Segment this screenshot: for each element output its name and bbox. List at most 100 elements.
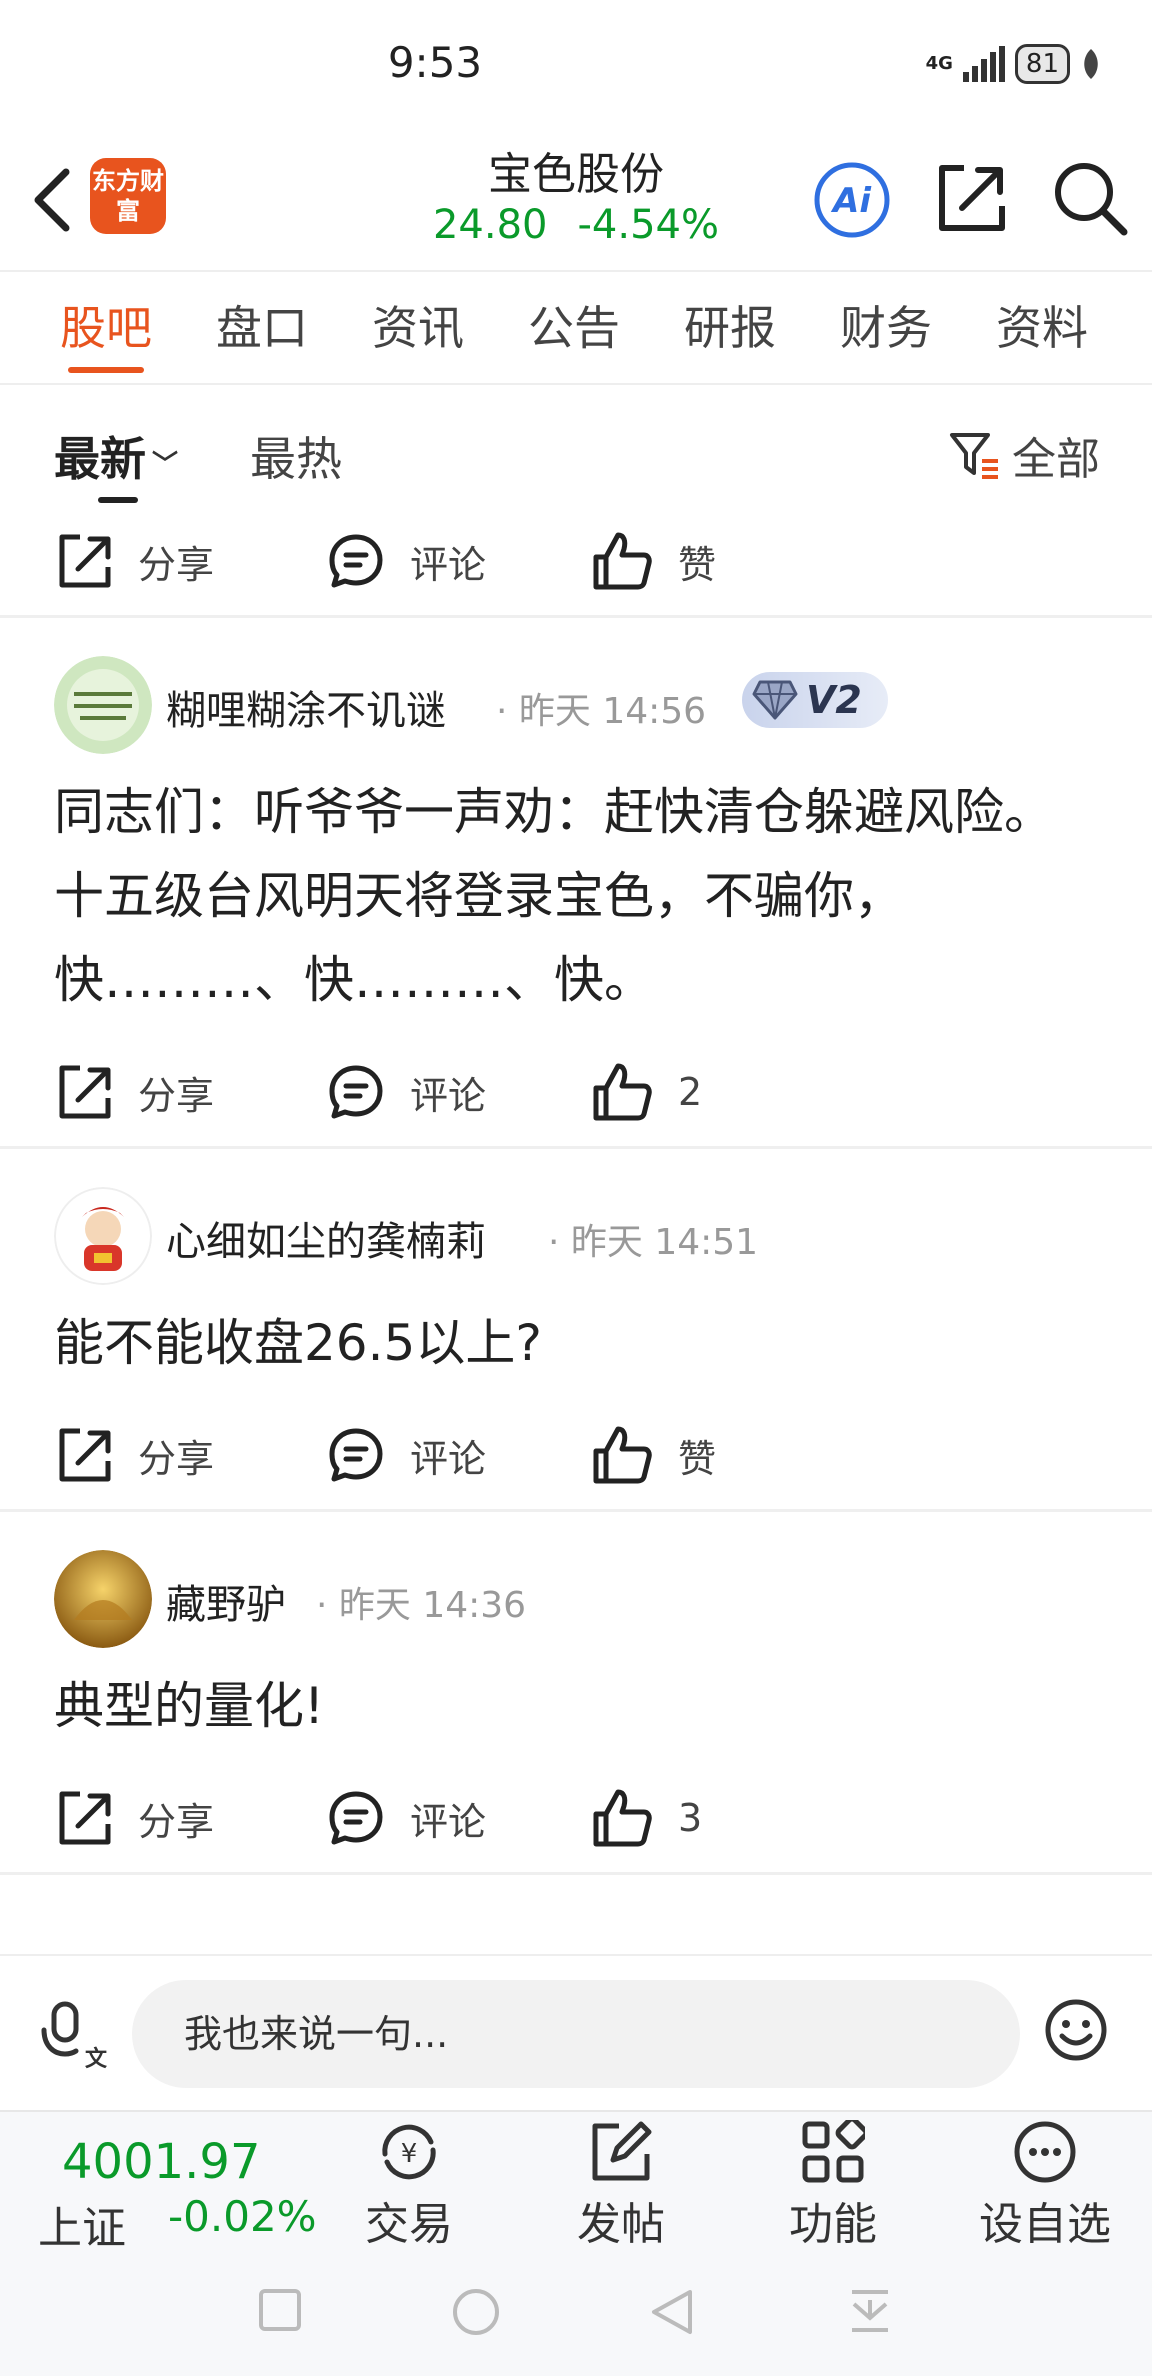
share-icon	[59, 1428, 111, 1482]
nav-functions-label: 功能	[789, 2199, 877, 2250]
post-time: · 昨天 14:56	[496, 691, 707, 732]
search-icon[interactable]	[1050, 158, 1130, 238]
thumbs-up-icon	[593, 1789, 652, 1847]
share-label: 分享	[138, 1799, 215, 1844]
more-icon	[1014, 2121, 1076, 2183]
trade-icon: ¥	[382, 2124, 436, 2180]
nav-watchlist[interactable]: 设自选	[970, 2120, 1120, 2252]
avatar[interactable]	[54, 1550, 152, 1648]
status-time: 9:53	[387, 38, 483, 87]
comment-action[interactable]: 评论	[326, 1764, 486, 1872]
author-name[interactable]: 心细如尘的龚楠莉	[166, 1209, 486, 1267]
stock-quote: 24.80 -4.54%	[370, 202, 782, 248]
avatar[interactable]	[54, 656, 152, 754]
post-header: 糊哩糊涂不讥谜 · 昨天 14:56 V2	[0, 656, 1152, 756]
comment-label: 评论	[410, 1436, 487, 1481]
comment-icon	[329, 1428, 383, 1482]
index-value: 4001.97	[62, 2134, 261, 2190]
like-count: 赞	[678, 542, 717, 587]
like-count: 2	[678, 1070, 703, 1114]
home-icon[interactable]	[452, 2288, 500, 2336]
comment-action[interactable]: 评论	[326, 507, 486, 615]
post-actions: 分享 评论 2	[0, 1038, 1152, 1146]
share-icon	[59, 1065, 111, 1119]
bottom-nav: 4001.97 上证 -0.02% ¥ 交易 发帖 功能 设自选	[0, 2110, 1152, 2260]
voice-input-icon[interactable]: 文	[40, 2000, 110, 2070]
level-badge: V2	[742, 672, 888, 728]
post-time: · 昨天 14:36	[316, 1585, 527, 1626]
tab-news[interactable]: 资讯	[340, 272, 496, 383]
nav-post[interactable]: 发帖	[546, 2120, 696, 2252]
avatar-image	[54, 656, 152, 754]
share-out-icon[interactable]	[934, 160, 1010, 236]
filter-all-label: 全部	[1012, 434, 1100, 485]
author-name[interactable]: 糊哩糊涂不讥谜	[166, 678, 446, 736]
post-content: 能不能收盘26.5以上?	[54, 1314, 542, 1372]
tab-research[interactable]: 研报	[652, 272, 808, 383]
leaf-icon	[1084, 49, 1098, 79]
like-action[interactable]: 赞	[592, 1401, 716, 1509]
comment-action[interactable]: 评论	[326, 1401, 486, 1509]
ai-assistant-icon[interactable]: Ai	[812, 160, 892, 240]
tab-guba[interactable]: 股吧	[28, 272, 184, 383]
sort-latest-label: 最新	[54, 432, 146, 486]
avatar[interactable]	[54, 1187, 152, 1285]
share-action[interactable]: 分享	[54, 507, 214, 615]
nav-watchlist-label: 设自选	[979, 2199, 1111, 2250]
back-arrow-icon[interactable]	[28, 160, 78, 240]
post-content: 典型的量化!	[54, 1677, 325, 1735]
tab-profile[interactable]: 资料	[964, 272, 1120, 383]
share-icon	[59, 534, 111, 588]
share-action[interactable]: 分享	[54, 1401, 214, 1509]
badge-label: V2	[806, 678, 862, 722]
comment-icon	[329, 1065, 383, 1119]
battery-indicator: 81	[1014, 44, 1070, 84]
share-icon	[59, 1791, 111, 1845]
share-action[interactable]: 分享	[54, 1038, 214, 1146]
network-type: 4G	[925, 53, 953, 74]
edit-post-icon	[592, 2121, 652, 2181]
post-actions: 分享 评论 赞	[0, 1401, 1152, 1509]
share-label: 分享	[138, 1436, 215, 1481]
post-actions: 分享 评论 赞	[0, 507, 1152, 615]
status-bar: 9:53 4G 81	[0, 0, 1152, 130]
tab-pankou[interactable]: 盘口	[184, 272, 340, 383]
share-label: 分享	[138, 542, 215, 587]
status-icons: 4G 81	[926, 44, 1102, 84]
post-feed: 分享 评论 赞 糊哩糊涂不讥谜 · 昨天 14:56 V2 同志们：听爷爷一声劝…	[0, 507, 1152, 1875]
svg-text:¥: ¥	[401, 2139, 418, 2169]
sort-latest-dropdown[interactable]: 最新 ﹀	[54, 423, 178, 489]
stock-change: -4.54%	[577, 202, 720, 248]
emoji-icon[interactable]	[1044, 1998, 1108, 2062]
post-item[interactable]: 糊哩糊涂不讥谜 · 昨天 14:56 V2 同志们：听爷爷一声劝：赶快清仓躲避风…	[0, 656, 1152, 1149]
comment-icon	[329, 534, 383, 588]
like-action[interactable]: 3	[592, 1764, 702, 1872]
sort-hot[interactable]: 最热	[250, 423, 342, 489]
system-nav-bar	[0, 2260, 1152, 2376]
sort-active-indicator	[98, 497, 138, 503]
post-item[interactable]: 心细如尘的龚楠莉 · 昨天 14:51 能不能收盘26.5以上? 分享 评论 赞	[0, 1187, 1152, 1512]
comment-action[interactable]: 评论	[326, 1038, 486, 1146]
nav-trade-label: 交易	[365, 2199, 453, 2250]
comment-label: 评论	[410, 542, 487, 587]
tab-finance[interactable]: 财务	[808, 272, 964, 383]
divider	[0, 615, 1152, 618]
filter-all-button[interactable]: 全部	[948, 423, 1100, 487]
recent-apps-icon[interactable]	[258, 2288, 302, 2332]
author-name[interactable]: 藏野驴	[166, 1572, 286, 1630]
post-item[interactable]: 藏野驴 · 昨天 14:36 典型的量化! 分享 评论 3	[0, 1550, 1152, 1875]
comment-input[interactable]: 我也来说一句...	[132, 1980, 1020, 2088]
thumbs-up-icon	[593, 1426, 652, 1484]
back-triangle-icon[interactable]	[650, 2288, 694, 2336]
like-action[interactable]: 2	[592, 1038, 702, 1146]
notification-pull-icon[interactable]	[848, 2288, 892, 2336]
like-action[interactable]: 赞	[592, 507, 716, 615]
nav-trade[interactable]: ¥ 交易	[334, 2120, 484, 2252]
stock-name: 宝色股份	[488, 149, 664, 200]
nav-functions[interactable]: 功能	[758, 2120, 908, 2252]
chevron-down-icon: ﹀	[152, 450, 179, 480]
comment-label: 评论	[410, 1799, 487, 1844]
tab-announcements[interactable]: 公告	[496, 272, 652, 383]
stock-header: 东方财富 宝色股份 24.80 -4.54% Ai	[0, 130, 1152, 270]
share-action[interactable]: 分享	[54, 1764, 214, 1872]
